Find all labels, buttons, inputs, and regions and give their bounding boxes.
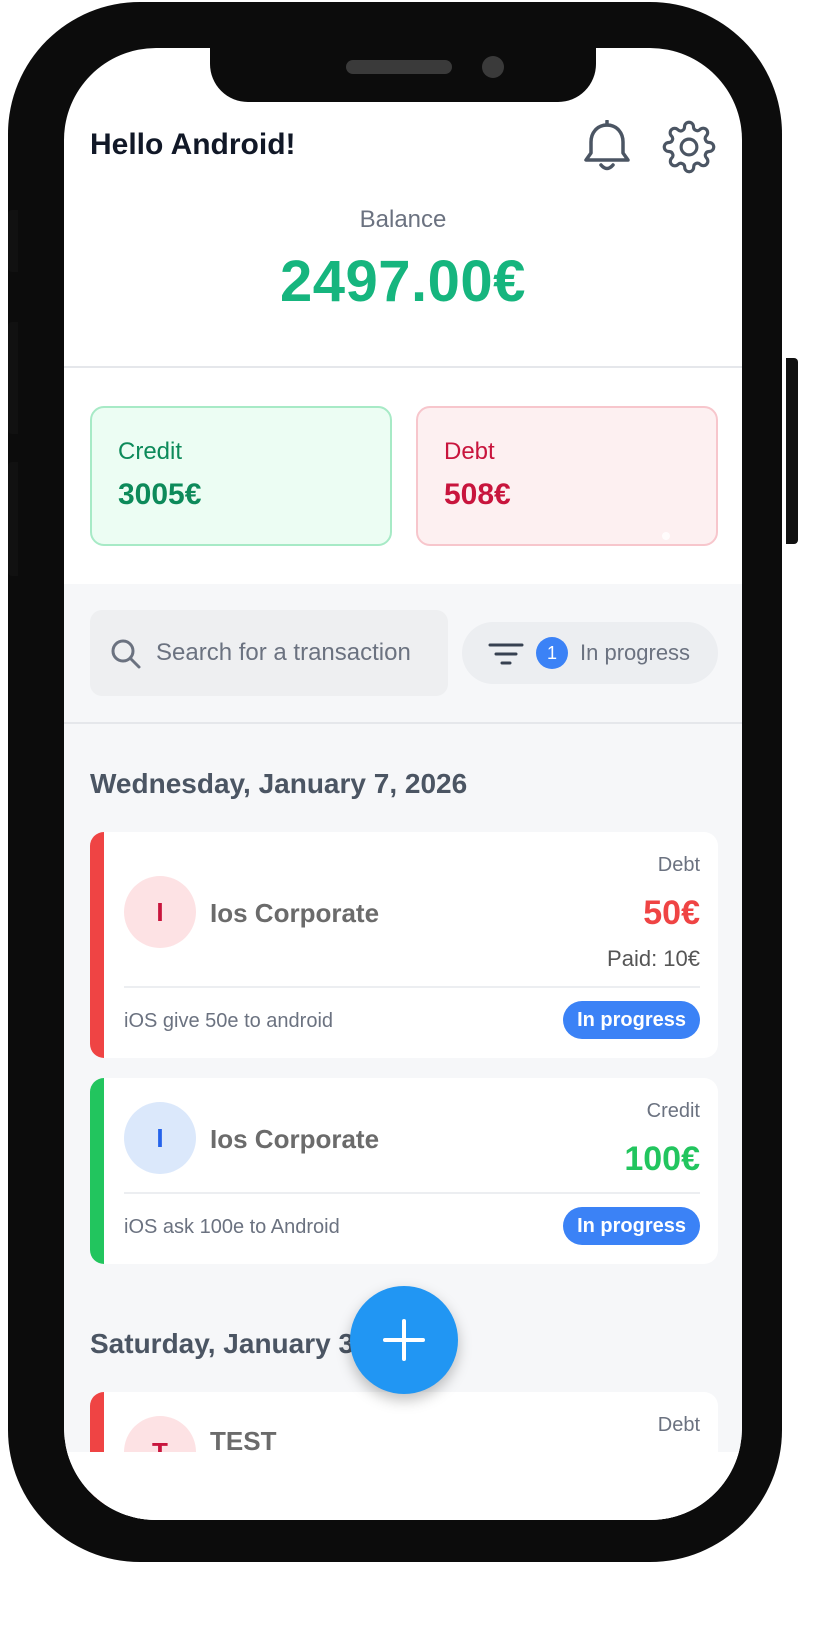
date-heading: Saturday, January 3, (90, 1328, 362, 1359)
transaction-card[interactable]: I Ios Corporate Debt 50€ Paid: 10€ iOS g… (90, 832, 718, 1058)
filter-icon (488, 643, 524, 665)
plus-icon (383, 1319, 425, 1361)
transaction-description: iOS give 50e to android (124, 1010, 334, 1032)
mute-switch (8, 210, 18, 272)
filter-chip[interactable]: 1 In progress (462, 622, 718, 684)
card-separator (124, 986, 700, 988)
credit-indicator-bar (90, 1078, 104, 1264)
gear-icon (662, 120, 716, 174)
phone-frame: Hello Android! Balance 2497.00€ Credit 3… (8, 2, 798, 1562)
speaker (346, 60, 452, 74)
bell-icon (584, 120, 630, 171)
transaction-paid: Paid: 10€ (607, 946, 700, 971)
volume-up-button (8, 322, 18, 434)
app-screen: Hello Android! Balance 2497.00€ Credit 3… (64, 48, 742, 1520)
search-input[interactable] (156, 630, 436, 676)
debt-summary-card[interactable]: Debt 508€ (416, 406, 718, 546)
power-button (786, 358, 798, 544)
search-divider (64, 722, 742, 724)
avatar: I (124, 1102, 196, 1174)
transaction-amount: 50€ (643, 894, 700, 932)
avatar: I (124, 876, 196, 948)
search-bar[interactable] (90, 610, 448, 696)
camera (482, 56, 504, 78)
volume-down-button (8, 462, 18, 576)
transaction-name: Ios Corporate (210, 898, 380, 928)
notch (210, 48, 596, 102)
add-transaction-button[interactable] (350, 1286, 458, 1394)
credit-value: 3005€ (118, 478, 202, 511)
settings-button[interactable] (660, 118, 718, 176)
status-badge: In progress (563, 1207, 700, 1245)
filter-label: In progress (580, 640, 691, 665)
transaction-type: Credit (646, 1100, 700, 1122)
transaction-type: Debt (657, 854, 700, 876)
transaction-description: iOS ask 100e to Android (124, 1216, 340, 1238)
credit-summary-card[interactable]: Credit 3005€ (90, 406, 392, 546)
transaction-type: Debt (657, 1414, 700, 1436)
transaction-card[interactable]: I Ios Corporate Credit 100€ iOS ask 100e… (90, 1078, 718, 1264)
date-heading: Wednesday, January 7, 2026 (90, 768, 468, 799)
greeting-title: Hello Android! (90, 128, 296, 161)
balance-label: Balance (359, 206, 447, 233)
debt-indicator-bar (90, 832, 104, 1058)
debt-label: Debt (444, 438, 495, 465)
transaction-amount: 100€ (624, 1140, 700, 1178)
debt-value: 508€ (444, 478, 511, 511)
status-badge: In progress (563, 1001, 700, 1039)
transaction-name: Ios Corporate (210, 1124, 380, 1154)
header-divider (64, 366, 742, 368)
filter-count-badge: 1 (536, 637, 568, 669)
notifications-button[interactable] (578, 118, 636, 176)
bottom-safe-area (64, 1452, 742, 1520)
search-icon (111, 639, 141, 669)
indicator-dot (662, 532, 670, 540)
credit-label: Credit (118, 438, 183, 465)
balance-value: 2497.00€ (280, 249, 526, 314)
card-separator (124, 1192, 700, 1194)
